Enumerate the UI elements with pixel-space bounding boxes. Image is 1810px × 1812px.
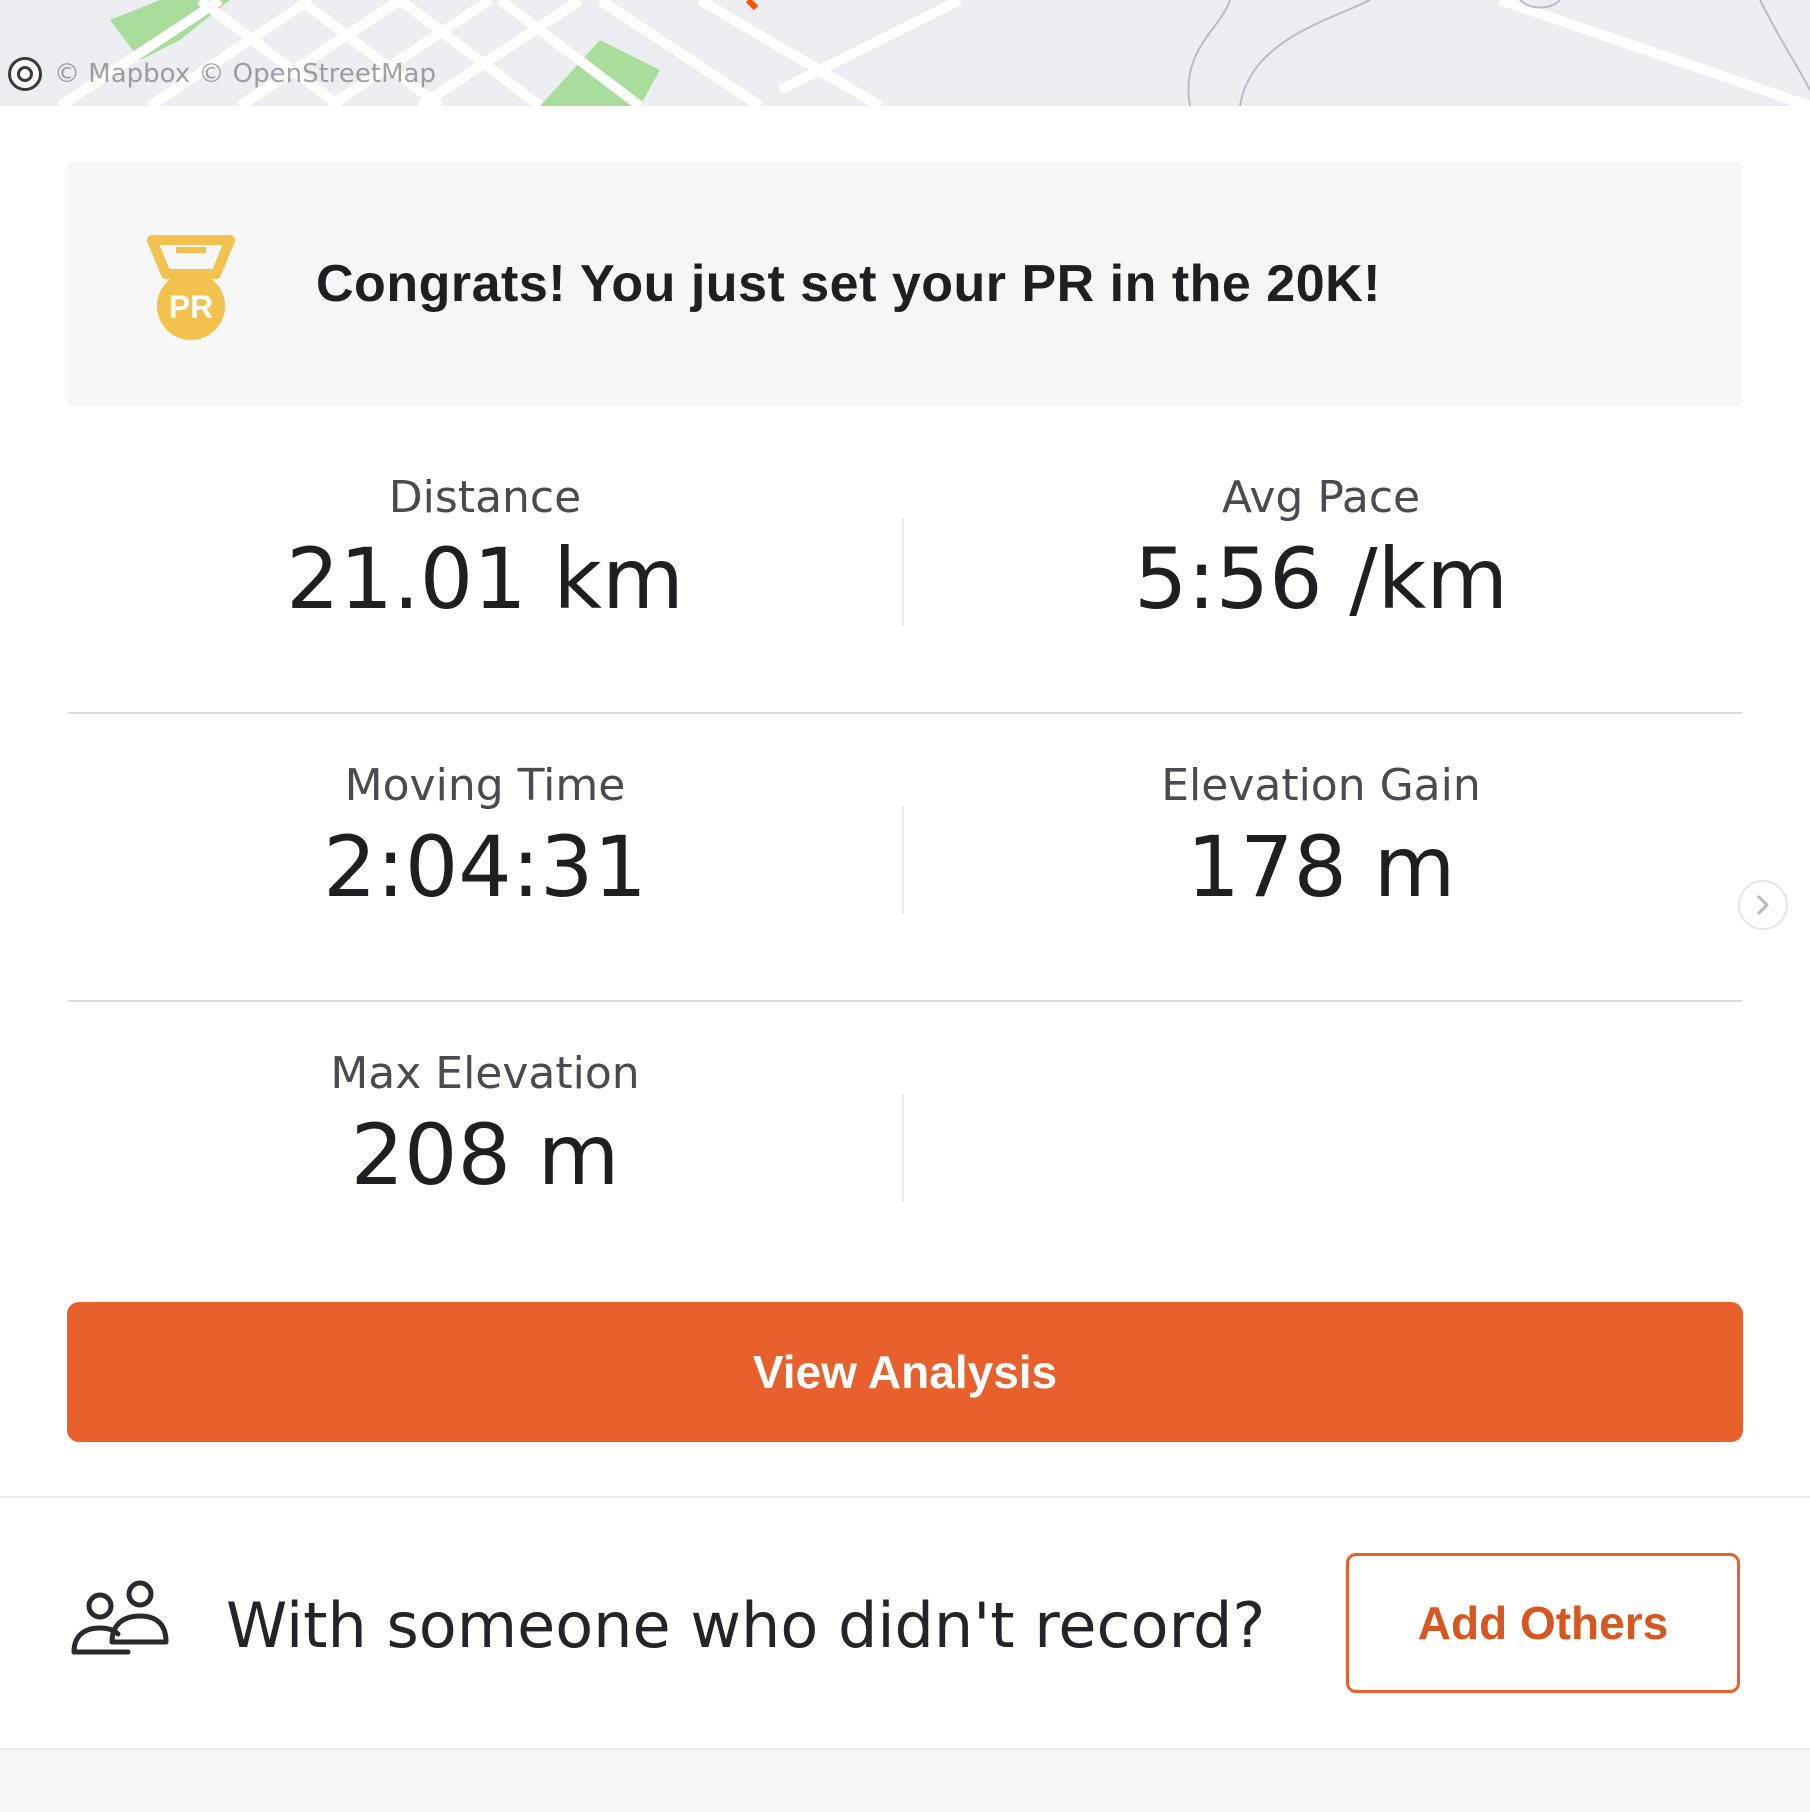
stat-avg-pace: Avg Pace 5:56 /km <box>904 426 1738 712</box>
stat-row: Distance 21.01 km Avg Pace 5:56 /km <box>68 426 1742 714</box>
stat-moving-time: Moving Time 2:04:31 <box>68 714 902 1000</box>
stat-value: 2:04:31 <box>323 818 647 916</box>
chevron-right-icon <box>1757 895 1769 915</box>
pr-banner: PR Congrats! You just set your PR in the… <box>68 162 1742 406</box>
stat-label: Moving Time <box>344 760 626 811</box>
attribution-text: © Mapbox © OpenStreetMap <box>54 59 436 89</box>
view-analysis-button[interactable]: View Analysis <box>67 1302 1743 1442</box>
stat-row: Moving Time 2:04:31 Elevation Gain 178 m <box>68 714 1742 1002</box>
pr-message: Congrats! You just set your PR in the 20… <box>316 255 1381 313</box>
map-attribution[interactable]: © Mapbox © OpenStreetMap <box>8 54 436 94</box>
activity-stats: Distance 21.01 km Avg Pace 5:56 /km Movi… <box>68 426 1742 1288</box>
people-icon <box>71 1580 169 1655</box>
stat-value: 5:56 /km <box>1133 530 1509 628</box>
stat-max-elevation: Max Elevation 208 m <box>68 1002 902 1288</box>
add-others-button[interactable]: Add Others <box>1346 1553 1740 1693</box>
bottom-strip <box>0 1750 1810 1812</box>
stat-value: 21.01 km <box>286 530 684 628</box>
route-map[interactable]: © Mapbox © OpenStreetMap <box>0 0 1810 106</box>
stat-label: Avg Pace <box>1221 472 1421 523</box>
carousel-next-button[interactable] <box>1738 880 1788 930</box>
mapbox-logo-icon <box>8 57 42 91</box>
with-others-prompt: With someone who didn't record? <box>226 1588 1266 1662</box>
section-divider <box>0 1496 1810 1498</box>
stat-value: 178 m <box>1186 818 1456 916</box>
stat-label: Distance <box>388 472 582 523</box>
stat-row: Max Elevation 208 m <box>68 1002 1742 1288</box>
stat-label: Elevation Gain <box>1161 760 1481 811</box>
stat-label: Max Elevation <box>330 1048 640 1099</box>
pr-medal-icon: PR <box>147 235 235 340</box>
stat-distance: Distance 21.01 km <box>68 426 902 712</box>
medal-label: PR <box>169 289 213 325</box>
stat-elevation-gain: Elevation Gain 178 m <box>904 714 1738 1000</box>
stat-divider <box>902 1094 904 1202</box>
stat-value: 208 m <box>350 1106 620 1204</box>
